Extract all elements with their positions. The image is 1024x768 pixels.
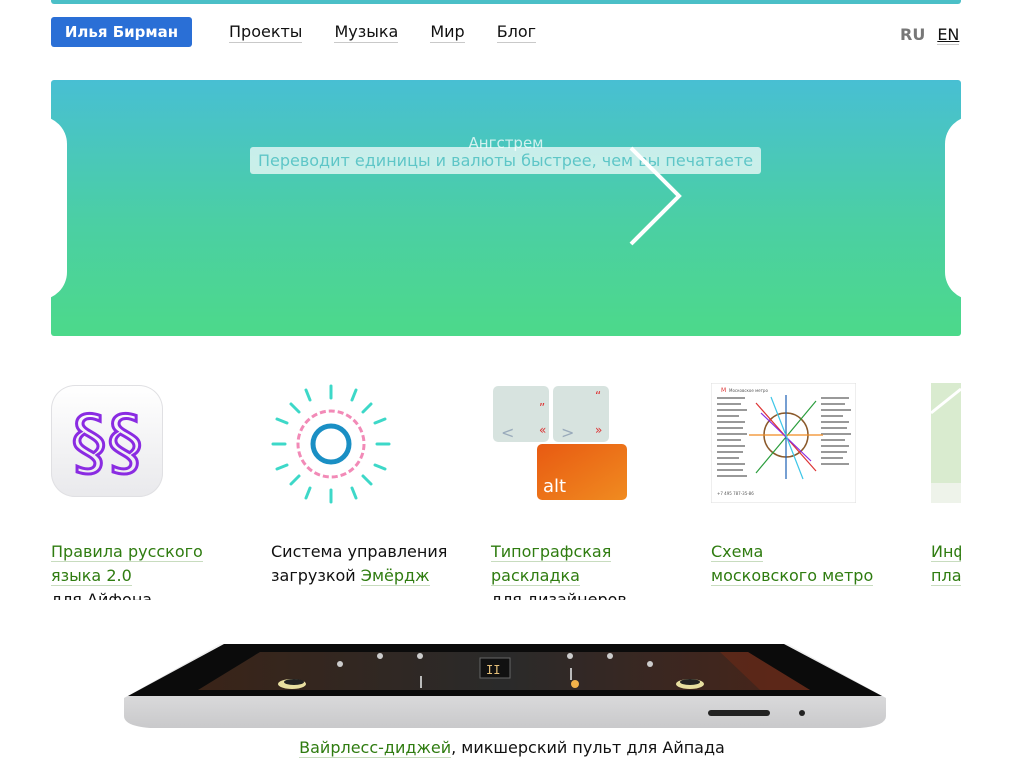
project-suffix: для Айфона xyxy=(51,590,153,600)
ipad-caption: Вайрлесс-диджей, микшерский пульт для Ай… xyxy=(0,738,1024,758)
project-link-cont[interactable]: московского метро xyxy=(711,566,874,586)
nav-item-blog[interactable]: Блог xyxy=(496,22,537,43)
project-prefix: Система управления xyxy=(271,542,448,561)
project-link-cont[interactable]: языка 2.0 xyxy=(51,566,132,586)
projects-row: §§ Правила русского языка 2.0 для Айфона xyxy=(51,360,961,600)
nav-item-projects[interactable]: Проекты xyxy=(229,22,303,43)
project-link[interactable]: Правила русского xyxy=(51,542,203,562)
project-card-russian-rules[interactable]: §§ Правила русского языка 2.0 для Айфона xyxy=(51,360,251,600)
section-sign-icon: §§ xyxy=(51,385,163,497)
project-caption: Система управления загрузкой Эмёрдж xyxy=(271,540,471,588)
alt-key-label: alt xyxy=(543,476,566,497)
svg-text:<: < xyxy=(501,423,514,442)
lang-en-link[interactable]: EN xyxy=(937,25,960,45)
map-thumbnail xyxy=(931,383,961,503)
wireless-dj-link[interactable]: Вайрлесс-диджей xyxy=(299,738,452,758)
project-link[interactable]: Инф xyxy=(931,542,961,562)
ipad-caption-rest: , микшерский пульт для Айпада xyxy=(451,738,725,757)
project-link[interactable]: Схема xyxy=(711,542,764,562)
keyboard-keys-icon: ” « < “ » > alt xyxy=(491,384,631,504)
project-suffix: для дизайнеров xyxy=(491,590,627,600)
project-caption: Схема московского метро xyxy=(711,540,911,588)
svg-text:“: “ xyxy=(595,389,601,403)
sun-logo-icon xyxy=(271,384,391,504)
project-link[interactable]: Типографская xyxy=(491,542,612,562)
chevron-right-icon[interactable] xyxy=(625,144,685,248)
project-caption: Правила русского языка 2.0 для Айфона xyxy=(51,540,251,600)
metro-map-thumbnail: М Московское метро +7 495 787-35-86 xyxy=(710,382,857,504)
project-caption: Инф пла xyxy=(931,540,961,588)
svg-text:”: ” xyxy=(539,401,545,415)
project-card-cut-off[interactable]: Инф пла xyxy=(931,360,961,586)
brand-button[interactable]: Илья Бирман xyxy=(51,17,192,47)
svg-text:§§: §§ xyxy=(71,401,143,481)
project-caption: Типографская раскладка для дизайнеров xyxy=(491,540,691,600)
project-link[interactable]: Эмёрдж xyxy=(360,566,430,586)
lang-ru-current: RU xyxy=(900,25,926,44)
project-link-cont[interactable]: пла xyxy=(931,566,961,586)
featured-banner[interactable]: Ангстрем Переводит единицы и валюты быст… xyxy=(51,80,961,336)
project-card-metro-map[interactable]: М Московское метро +7 495 787-35-86 Схем… xyxy=(710,360,911,586)
nav-item-music[interactable]: Музыка xyxy=(334,22,399,43)
nav-item-world[interactable]: Мир xyxy=(430,22,465,43)
pause-icon: II xyxy=(486,663,500,677)
project-card-typo-layout[interactable]: ” « < “ » > alt Типографская раскладка д… xyxy=(491,360,691,600)
metro-map-phone: +7 495 787-35-86 xyxy=(717,491,754,496)
project-prefix-cont: загрузкой xyxy=(271,566,361,585)
svg-text:>: > xyxy=(561,423,574,442)
project-card-emerge[interactable]: Система управления загрузкой Эмёрдж xyxy=(271,360,471,586)
metro-logo-icon: М xyxy=(721,387,726,394)
main-nav: Проекты Музыка Мир Блог xyxy=(229,22,568,43)
project-link-cont[interactable]: раскладка xyxy=(491,566,580,586)
language-switcher: RU EN xyxy=(900,25,960,45)
svg-text:»: » xyxy=(595,423,602,437)
top-accent-bar xyxy=(51,0,961,4)
svg-text:«: « xyxy=(539,423,546,437)
ipad-dj-image[interactable]: II xyxy=(120,640,890,736)
metro-map-title: Московское метро xyxy=(729,388,768,393)
